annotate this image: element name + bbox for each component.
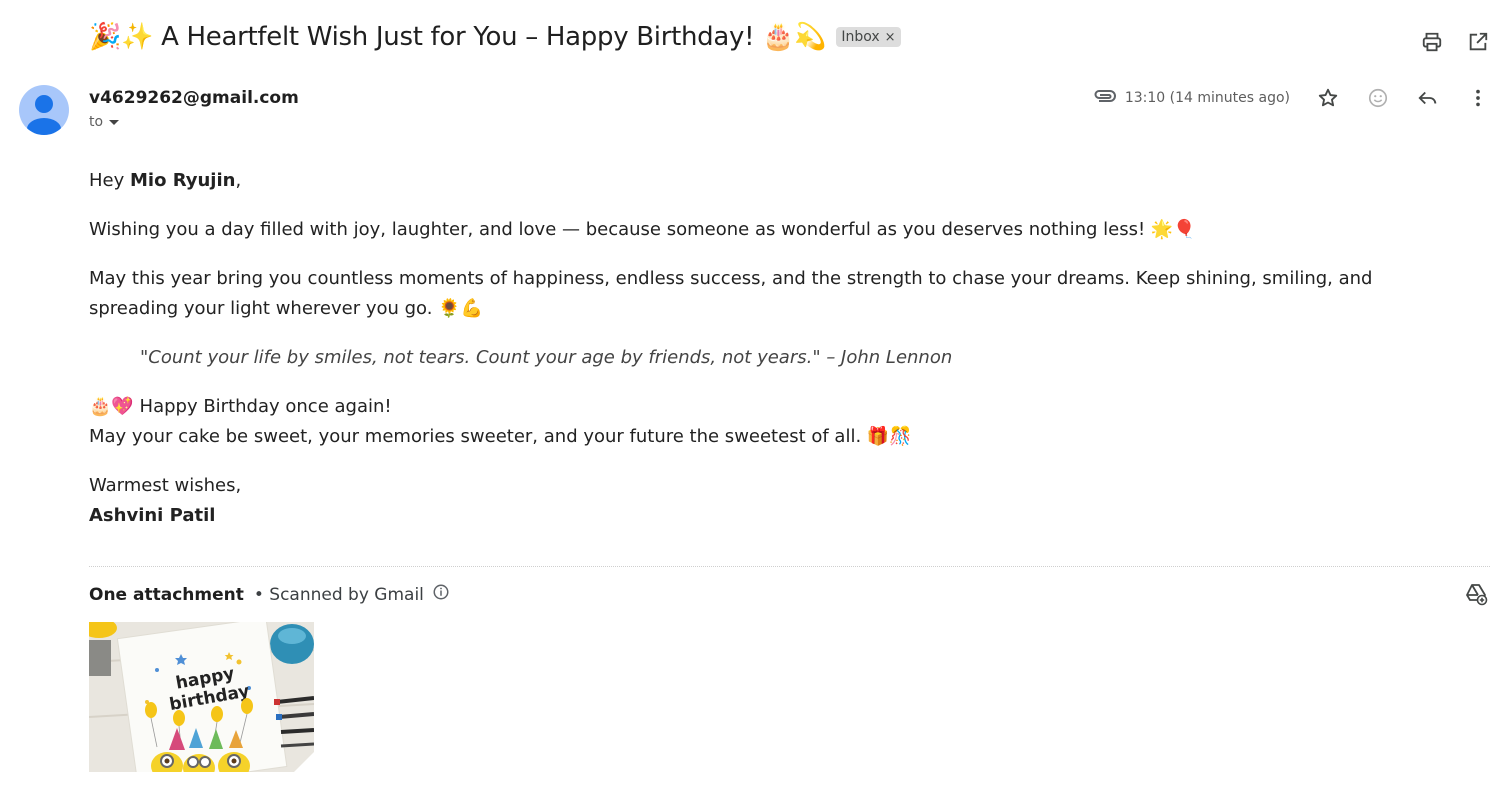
label-text: Inbox (841, 29, 880, 45)
recipient-row: to (89, 114, 120, 130)
greeting: Hey Mio Ryujin, (89, 170, 242, 191)
quote: "Count your life by smiles, not tears. C… (140, 347, 953, 368)
attachment-divider (89, 566, 1490, 567)
paragraph-2: May this year bring you countless moment… (89, 268, 1373, 319)
info-icon[interactable] (432, 583, 450, 606)
inbox-label-chip[interactable]: Inbox × (836, 27, 901, 47)
sender-avatar[interactable] (19, 85, 69, 135)
emoji-icon[interactable] (1366, 86, 1390, 110)
email-subject: 🎉✨ A Heartfelt Wish Just for You – Happy… (89, 22, 827, 52)
message-time: 13:10 (14 minutes ago) (1124, 90, 1290, 106)
message-meta: 13:10 (14 minutes ago) (1093, 86, 1490, 110)
scanned-label: • Scanned by Gmail (253, 584, 424, 605)
more-vert-icon[interactable] (1466, 86, 1490, 110)
add-to-drive-icon[interactable] (1464, 582, 1488, 611)
open-in-new-icon[interactable] (1466, 30, 1490, 54)
paperclip-icon (1093, 89, 1117, 108)
sender-email[interactable]: v4629262@gmail.com (89, 88, 299, 108)
closing: Warmest wishes, (89, 475, 242, 496)
attachment-thumbnail[interactable]: happy birthday (89, 622, 314, 772)
star-icon[interactable] (1316, 86, 1340, 110)
avatar-person-icon (27, 95, 61, 135)
attachment-title: One attachment (89, 584, 244, 605)
subject-row: 🎉✨ A Heartfelt Wish Just for You – Happy… (89, 22, 901, 52)
paragraph-3: 🎂💖 Happy Birthday once again! May your ca… (89, 392, 1459, 452)
signature-name: Ashvini Patil (89, 505, 216, 526)
message-body: Hey Mio Ryujin, Wishing you a day filled… (89, 166, 1459, 550)
recipient-name: Mio Ryujin (129, 170, 236, 191)
signature-block: Warmest wishes, Ashvini Patil (89, 471, 1459, 531)
paragraph-1: Wishing you a day filled with joy, laugh… (89, 219, 1196, 240)
to-label: to (89, 114, 104, 130)
print-icon[interactable] (1420, 30, 1444, 54)
remove-label-icon[interactable]: × (885, 30, 896, 45)
reply-icon[interactable] (1416, 86, 1440, 110)
cake-line: May your cake be sweet, your memories sw… (89, 426, 912, 447)
birthday-line: 🎂💖 Happy Birthday once again! (89, 396, 392, 417)
top-actions (1420, 30, 1490, 54)
show-details-caret-icon[interactable] (109, 119, 120, 125)
attachment-header: One attachment • Scanned by Gmail (89, 583, 450, 606)
